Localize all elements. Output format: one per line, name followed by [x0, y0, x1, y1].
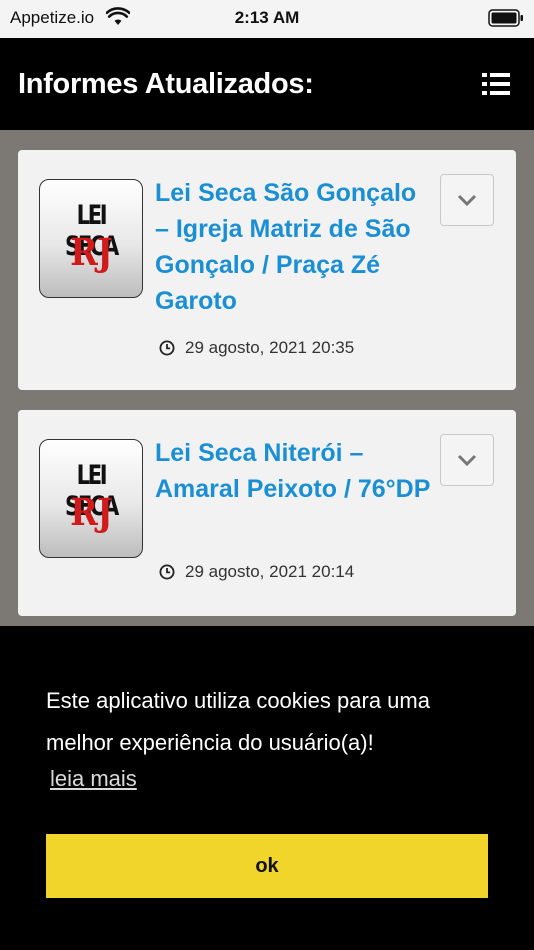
post-date: 29 agosto, 2021 20:14	[159, 562, 354, 582]
chevron-down-icon	[457, 454, 477, 466]
list-icon[interactable]	[482, 72, 510, 96]
post-date: 29 agosto, 2021 20:35	[159, 338, 354, 358]
logo-text-bottom: RJ	[70, 230, 113, 274]
page-title: Informes Atualizados:	[18, 68, 314, 100]
chevron-down-icon	[457, 194, 477, 206]
expand-button[interactable]	[440, 174, 494, 226]
post-title-link[interactable]: Lei Seca São Gonçalo – Igreja Matriz de …	[155, 175, 435, 319]
lei-seca-logo[interactable]: LEI SECA RJ	[39, 439, 143, 558]
cookie-message: Este aplicativo utiliza cookies para uma…	[46, 688, 430, 755]
post-date-text: 29 agosto, 2021 20:35	[185, 338, 355, 357]
battery-icon	[488, 9, 523, 27]
read-more-link[interactable]: leia mais	[50, 766, 137, 792]
clock-icon	[159, 564, 175, 580]
status-bar: Appetize.io 2:13 AM	[0, 0, 534, 38]
post-date-text: 29 agosto, 2021 20:14	[185, 562, 355, 581]
post-card[interactable]: LEI SECA RJ Lei Seca Niterói – Amaral Pe…	[18, 410, 516, 616]
app-header: Informes Atualizados:	[0, 38, 534, 130]
status-time: 2:13 AM	[234, 8, 300, 27]
post-card[interactable]: LEI SECA RJ Lei Seca São Gonçalo – Igrej…	[18, 150, 516, 390]
logo-text-bottom: RJ	[70, 490, 113, 534]
accept-cookies-button[interactable]: ok	[46, 834, 488, 898]
cookie-banner: Este aplicativo utiliza cookies para uma…	[0, 626, 534, 950]
expand-button[interactable]	[440, 434, 494, 486]
lei-seca-logo[interactable]: LEI SECA RJ	[39, 179, 143, 298]
clock-icon	[159, 340, 175, 356]
post-title-link[interactable]: Lei Seca Niterói – Amaral Peixoto / 76°D…	[155, 435, 435, 507]
